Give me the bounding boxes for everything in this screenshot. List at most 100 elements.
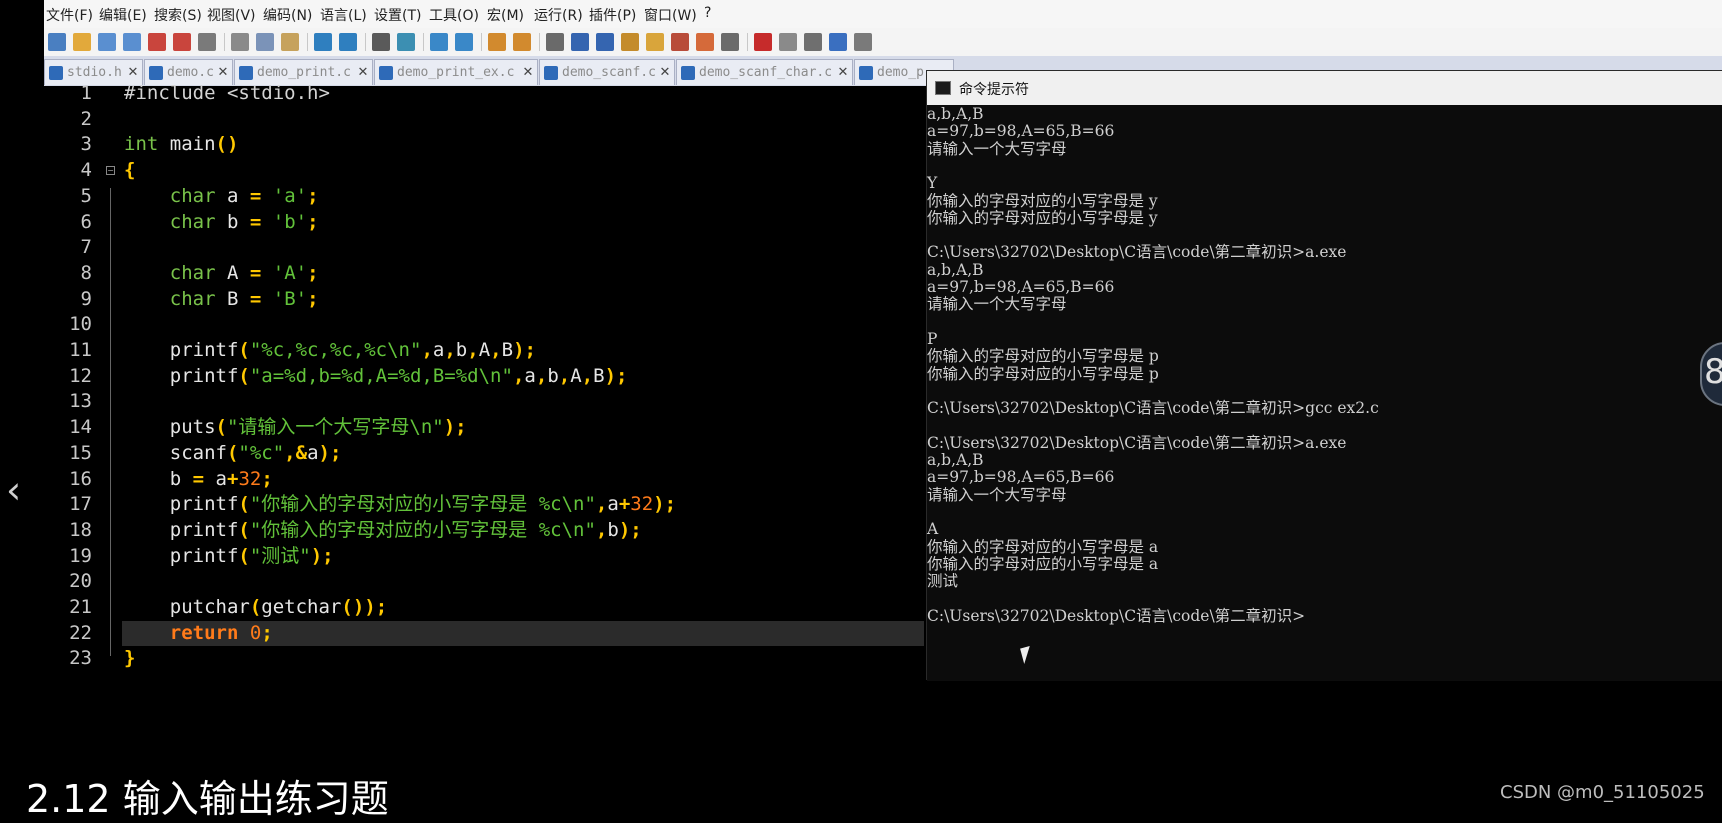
- tab-close-icon[interactable]: ✕: [216, 66, 230, 80]
- menu-item-2[interactable]: 搜索(S): [154, 5, 202, 25]
- menu-item-10[interactable]: 插件(P): [589, 5, 636, 25]
- menu-item-11[interactable]: 窗口(W): [644, 5, 697, 25]
- cmd-output-line: 你输入的字母对应的小写字母是 a: [927, 537, 1159, 556]
- menu-item-9[interactable]: 运行(R): [534, 5, 583, 25]
- tab-label: demo_scanf_char.c: [699, 65, 833, 80]
- code-line: putchar(getchar());: [124, 595, 387, 621]
- cmd-output-line: a,b,A,B: [927, 260, 984, 279]
- record-macro-icon[interactable]: [754, 33, 772, 51]
- code-token: 'b': [272, 210, 308, 233]
- toolbar-separator: [481, 33, 482, 51]
- save-icon[interactable]: [98, 33, 116, 51]
- menu-item-12[interactable]: ?: [704, 5, 711, 21]
- tab-label: demo_print.c: [257, 65, 351, 80]
- code-token: "%c,%c,%c,%c\n": [249, 339, 422, 361]
- code-editor[interactable]: 1 2 3 4 5 6 7 8 9 10 11 12 13 14 15 16 17 18 19 20 21 22 23 − #…: [44, 82, 924, 670]
- zoom-in-icon[interactable]: [430, 33, 448, 51]
- code-token: (: [238, 544, 250, 567]
- code-token: +: [618, 493, 631, 516]
- code-token: 0: [249, 621, 262, 644]
- code-token: char: [169, 184, 216, 207]
- code-token: (): [215, 133, 239, 156]
- code-token: 'B': [272, 287, 308, 310]
- undo-icon[interactable]: [314, 33, 332, 51]
- show-all-chars-icon[interactable]: [571, 33, 589, 51]
- file-tab[interactable]: demo_scanf.c ✕: [539, 59, 675, 85]
- run-macro-multiple-icon[interactable]: [829, 33, 847, 51]
- close-all-icon[interactable]: [173, 33, 191, 51]
- print-icon[interactable]: [198, 33, 216, 51]
- redo-icon[interactable]: [339, 33, 357, 51]
- stop-macro-icon[interactable]: [779, 33, 797, 51]
- sync-vertical-icon[interactable]: [488, 33, 506, 51]
- file-tab[interactable]: demo_scanf_char.c ✕: [676, 59, 853, 85]
- code-token: );: [653, 493, 677, 516]
- tab-close-icon[interactable]: ✕: [126, 66, 140, 80]
- tab-close-icon[interactable]: ✕: [836, 66, 850, 80]
- word-wrap-icon[interactable]: [546, 33, 564, 51]
- code-line: printf("测试");: [124, 544, 334, 570]
- line-number: 8: [80, 261, 92, 284]
- function-list-icon[interactable]: [646, 33, 664, 51]
- line-number: 10: [69, 313, 92, 336]
- file-icon: [544, 66, 558, 80]
- new-file-icon[interactable]: [48, 33, 66, 51]
- previous-slide-icon[interactable]: ‹: [6, 468, 30, 512]
- save-macro-icon[interactable]: [854, 33, 872, 51]
- code-token: "a=%d,b=%d,A=%d,B=%d\n": [249, 364, 513, 387]
- code-token: (: [226, 441, 239, 464]
- code-token: "你输入的字母对应的小写字母是 %c\n": [249, 493, 596, 516]
- code-token: }: [124, 647, 136, 670]
- copy-icon[interactable]: [256, 33, 274, 51]
- play-macro-icon[interactable]: [804, 33, 822, 51]
- code-token: (: [238, 339, 250, 361]
- code-token: ,: [535, 364, 548, 387]
- cut-icon[interactable]: [231, 33, 249, 51]
- menu-item-8[interactable]: 宏(M): [487, 5, 524, 25]
- line-number: 12: [69, 364, 92, 387]
- menu-item-4[interactable]: 编码(N): [263, 5, 312, 25]
- tab-close-icon[interactable]: ✕: [521, 66, 535, 80]
- cmd-output[interactable]: a,b,A,B a=97,b=98,A=65,B=66 请输入一个大写字母 Y 你输入的…: [927, 105, 1722, 681]
- code-line: int main(): [124, 132, 238, 158]
- replace-icon[interactable]: [397, 33, 415, 51]
- command-prompt-window[interactable]: 命令提示符 a,b,A,B a=97,b=98,A=65,B=66 请输入一个大写字…: [926, 70, 1722, 681]
- open-file-icon[interactable]: [73, 33, 91, 51]
- menu-item-7[interactable]: 工具(O): [429, 5, 479, 25]
- code-token: {: [124, 159, 136, 182]
- file-icon: [379, 66, 393, 80]
- menu-item-1[interactable]: 编辑(E): [99, 5, 147, 25]
- code-token: (: [238, 364, 250, 387]
- monitoring-icon[interactable]: [721, 33, 739, 51]
- menu-item-3[interactable]: 视图(V): [207, 5, 256, 25]
- code-token: ;: [307, 261, 319, 284]
- code-token: );: [604, 364, 628, 387]
- tab-close-icon[interactable]: ✕: [356, 66, 370, 80]
- code-token: ;: [307, 184, 319, 207]
- code-line: printf("你输入的字母对应的小写字母是 %c\n",a+32);: [124, 492, 676, 518]
- doc-switcher-icon[interactable]: [671, 33, 689, 51]
- menu-item-6[interactable]: 设置(T): [374, 5, 421, 25]
- sync-horizontal-icon[interactable]: [513, 33, 531, 51]
- cmd-titlebar[interactable]: 命令提示符: [927, 71, 1722, 105]
- menu-item-0[interactable]: 文件(F): [46, 5, 93, 25]
- close-icon[interactable]: [148, 33, 166, 51]
- tab-close-icon[interactable]: ✕: [658, 66, 672, 80]
- save-all-icon[interactable]: [123, 33, 141, 51]
- fold-collapse-icon[interactable]: −: [106, 166, 115, 176]
- document-map-icon[interactable]: [621, 33, 639, 51]
- paste-icon[interactable]: [281, 33, 299, 51]
- code-line: {: [124, 158, 135, 184]
- find-icon[interactable]: [372, 33, 390, 51]
- menu-item-5[interactable]: 语言(L): [320, 5, 367, 25]
- file-icon: [149, 66, 163, 80]
- file-tab[interactable]: demo_print_ex.c ✕: [374, 59, 538, 85]
- folder-workspace-icon[interactable]: [696, 33, 714, 51]
- code-line: scanf("%c",&a);: [124, 441, 342, 467]
- indent-guide-icon[interactable]: [596, 33, 614, 51]
- tab-label: demo_scanf.c: [562, 65, 656, 80]
- zoom-out-icon[interactable]: [455, 33, 473, 51]
